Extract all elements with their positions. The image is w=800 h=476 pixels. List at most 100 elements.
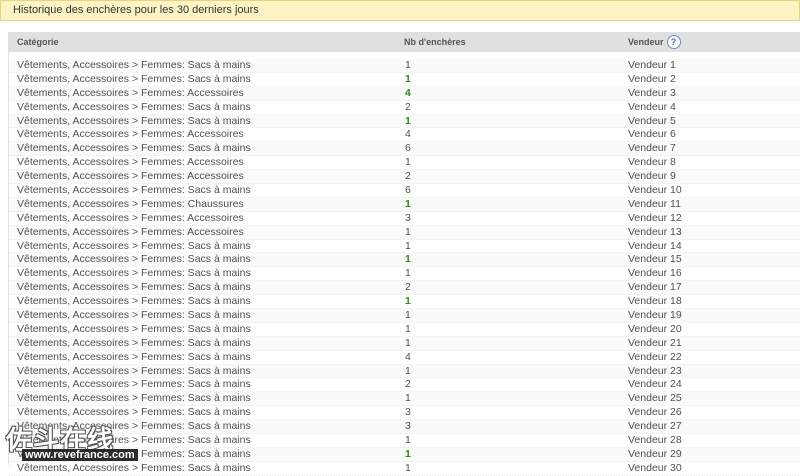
seller-name[interactable]: Vendeur 5 [628, 115, 676, 128]
category-link[interactable]: Vêtements, Accessoires > Femmes: Sacs à … [17, 462, 251, 475]
seller-name[interactable]: Vendeur 9 [628, 170, 676, 183]
table-row: Vêtements, Accessoires > Femmes: Sacs à … [9, 281, 800, 296]
seller-name[interactable]: Vendeur 20 [628, 323, 682, 336]
table-row: Vêtements, Accessoires > Femmes: Accesso… [9, 212, 800, 226]
bid-count: 1 [405, 309, 411, 322]
table-row: Vêtements, Accessoires > Femmes: Sacs à … [9, 295, 800, 310]
category-link[interactable]: Vêtements, Accessoires > Femmes: Sacs à … [17, 240, 251, 253]
seller-name[interactable]: Vendeur 12 [628, 212, 682, 225]
bid-count: 3 [405, 406, 411, 419]
category-link[interactable]: Vêtements, Accessoires > Femmes: Sacs à … [17, 406, 251, 419]
table-row: Vêtements, Accessoires > Femmes: Sacs à … [9, 73, 800, 87]
category-link[interactable]: Vêtements, Accessoires > Femmes: Sacs à … [17, 434, 251, 447]
table-row: Vêtements, Accessoires > Femmes: Sacs à … [9, 336, 800, 351]
column-header-bid-count[interactable]: Nb d'enchères [404, 32, 466, 52]
seller-name[interactable]: Vendeur 18 [628, 295, 682, 308]
category-link[interactable]: Vêtements, Accessoires > Femmes: Sacs à … [17, 59, 251, 72]
seller-name[interactable]: Vendeur 16 [628, 267, 682, 280]
seller-name[interactable]: Vendeur 3 [628, 87, 676, 100]
bid-count: 1 [405, 295, 411, 308]
bid-count: 4 [405, 86, 411, 99]
seller-name[interactable]: Vendeur 27 [628, 420, 682, 433]
seller-name[interactable]: Vendeur 8 [628, 156, 676, 169]
category-link[interactable]: Vêtements, Accessoires > Femmes: Sacs à … [17, 295, 251, 308]
bid-count: 4 [405, 350, 411, 363]
seller-name[interactable]: Vendeur 6 [628, 128, 676, 141]
seller-name[interactable]: Vendeur 25 [628, 392, 682, 405]
category-link[interactable]: Vêtements, Accessoires > Femmes: Accesso… [17, 226, 244, 239]
category-link[interactable]: Vêtements, Accessoires > Femmes: Sacs à … [17, 142, 251, 155]
column-header-seller: Vendeur? [628, 32, 681, 52]
bid-count: 1 [405, 197, 411, 210]
seller-name[interactable]: Vendeur 1 [628, 59, 676, 72]
category-link[interactable]: Vêtements, Accessoires > Femmes: Accesso… [17, 87, 244, 100]
bid-count: 6 [405, 142, 411, 155]
seller-name[interactable]: Vendeur 23 [628, 365, 682, 378]
category-link[interactable]: Vêtements, Accessoires > Femmes: Sacs à … [17, 420, 251, 433]
seller-name[interactable]: Vendeur 21 [628, 337, 682, 350]
table-body: Vêtements, Accessoires > Femmes: Sacs à … [9, 59, 800, 476]
column-header-category[interactable]: Catégorie [17, 32, 59, 52]
table-row: Vêtements, Accessoires > Femmes: Accesso… [9, 86, 800, 101]
bid-count: 1 [405, 434, 411, 447]
category-link[interactable]: Vêtements, Accessoires > Femmes: Sacs à … [17, 73, 251, 86]
category-link[interactable]: Vêtements, Accessoires > Femmes: Chaussu… [17, 198, 244, 211]
seller-name[interactable]: Vendeur 10 [628, 184, 682, 197]
category-link[interactable]: Vêtements, Accessoires > Femmes: Sacs à … [17, 351, 251, 364]
bid-count: 1 [405, 364, 411, 377]
category-link[interactable]: Vêtements, Accessoires > Femmes: Sacs à … [17, 267, 251, 280]
seller-name[interactable]: Vendeur 17 [628, 281, 682, 294]
seller-name[interactable]: Vendeur 26 [628, 406, 682, 419]
category-link[interactable]: Vêtements, Accessoires > Femmes: Sacs à … [17, 392, 251, 405]
category-link[interactable]: Vêtements, Accessoires > Femmes: Sacs à … [17, 337, 251, 350]
seller-name[interactable]: Vendeur 29 [628, 448, 682, 461]
table-row: Vêtements, Accessoires > Femmes: Sacs à … [9, 101, 800, 115]
seller-name[interactable]: Vendeur 28 [628, 434, 682, 447]
history-title: Historique des enchères pour les 30 dern… [13, 4, 259, 16]
category-link[interactable]: Vêtements, Accessoires > Femmes: Sacs à … [17, 323, 251, 336]
bid-count: 1 [405, 392, 411, 405]
table-row: Vêtements, Accessoires > Femmes: Sacs à … [9, 309, 800, 323]
seller-name[interactable]: Vendeur 2 [628, 73, 676, 86]
category-link[interactable]: Vêtements, Accessoires > Femmes: Sacs à … [17, 101, 251, 114]
bid-count: 1 [405, 336, 411, 349]
category-link[interactable]: Vêtements, Accessoires > Femmes: Accesso… [17, 212, 244, 225]
seller-name[interactable]: Vendeur 15 [628, 253, 682, 266]
seller-name[interactable]: Vendeur 30 [628, 462, 682, 475]
category-link[interactable]: Vêtements, Accessoires > Femmes: Sacs à … [17, 184, 251, 197]
category-link[interactable]: Vêtements, Accessoires > Femmes: Sacs à … [17, 378, 251, 391]
category-link[interactable]: Vêtements, Accessoires > Femmes: Accesso… [17, 128, 244, 141]
table-row: Vêtements, Accessoires > Femmes: Sacs à … [9, 392, 800, 407]
category-link[interactable]: Vêtements, Accessoires > Femmes: Sacs à … [17, 448, 251, 461]
category-link[interactable]: Vêtements, Accessoires > Femmes: Sacs à … [17, 115, 251, 128]
seller-name[interactable]: Vendeur 4 [628, 101, 676, 114]
bid-count: 1 [405, 253, 411, 266]
seller-name[interactable]: Vendeur 13 [628, 226, 682, 239]
seller-name[interactable]: Vendeur 14 [628, 240, 682, 253]
bid-count: 3 [405, 211, 411, 224]
table-row: Vêtements, Accessoires > Femmes: Accesso… [9, 128, 800, 143]
table-row: Vêtements, Accessoires > Femmes: Sacs à … [9, 323, 800, 337]
bid-count: 1 [405, 72, 411, 85]
table-row: Vêtements, Accessoires > Femmes: Chaussu… [9, 197, 800, 212]
seller-name[interactable]: Vendeur 19 [628, 309, 682, 322]
seller-name[interactable]: Vendeur 7 [628, 142, 676, 155]
column-header-seller-label[interactable]: Vendeur [628, 37, 664, 47]
category-link[interactable]: Vêtements, Accessoires > Femmes: Sacs à … [17, 365, 251, 378]
bid-count: 2 [405, 378, 411, 391]
table-row: Vêtements, Accessoires > Femmes: Sacs à … [9, 364, 800, 379]
seller-name[interactable]: Vendeur 24 [628, 378, 682, 391]
bid-count: 1 [405, 156, 411, 169]
category-link[interactable]: Vêtements, Accessoires > Femmes: Sacs à … [17, 281, 251, 294]
table-row: Vêtements, Accessoires > Femmes: Sacs à … [9, 378, 800, 393]
bid-count: 3 [405, 420, 411, 433]
category-link[interactable]: Vêtements, Accessoires > Femmes: Accesso… [17, 170, 244, 183]
seller-name[interactable]: Vendeur 22 [628, 351, 682, 364]
category-link[interactable]: Vêtements, Accessoires > Femmes: Accesso… [17, 156, 244, 169]
seller-name[interactable]: Vendeur 11 [628, 198, 681, 211]
help-icon[interactable]: ? [666, 34, 681, 49]
category-link[interactable]: Vêtements, Accessoires > Femmes: Sacs à … [17, 253, 251, 266]
category-link[interactable]: Vêtements, Accessoires > Femmes: Sacs à … [17, 309, 251, 322]
bid-history-panel: Catégorie Nb d'enchères Vendeur? Vêtemen… [8, 32, 800, 476]
table-row: Vêtements, Accessoires > Femmes: Sacs à … [9, 447, 800, 462]
